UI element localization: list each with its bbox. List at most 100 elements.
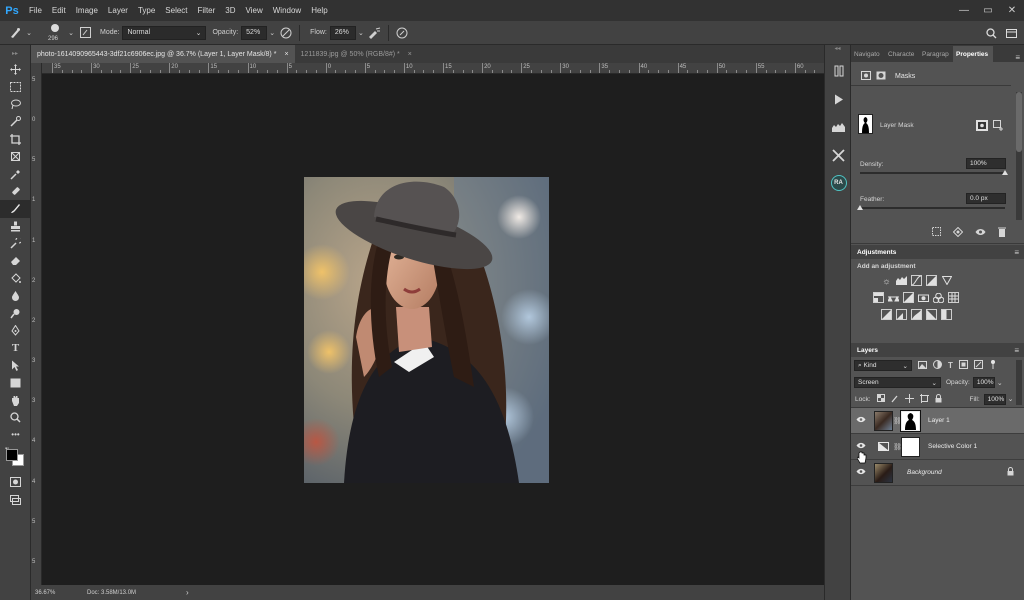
pressure-size-icon[interactable] (393, 24, 411, 42)
lock-artboard-icon[interactable] (919, 393, 929, 405)
lock-position-icon[interactable] (904, 393, 914, 405)
chain-link-icon[interactable]: ⛓ (893, 443, 902, 451)
menu-help[interactable]: Help (306, 6, 332, 15)
layer-kind-filter[interactable]: ⌕ Kind ⌄ (854, 360, 912, 371)
chevron-down-icon[interactable]: ⌄ (356, 24, 366, 42)
density-slider[interactable] (860, 170, 1008, 175)
delete-mask-icon[interactable] (998, 227, 1006, 239)
quick-selection-tool-icon[interactable] (0, 113, 31, 130)
adjustment-layer-icon[interactable] (874, 437, 893, 457)
lock-all-icon[interactable] (935, 393, 942, 405)
add-vector-mask-button[interactable] (993, 120, 1004, 133)
exposure-icon[interactable] (926, 275, 937, 286)
crop-tool-icon[interactable] (0, 131, 31, 148)
color-balance-icon[interactable] (888, 292, 899, 303)
menu-select[interactable]: Select (160, 6, 192, 15)
filter-pixel-icon[interactable] (918, 360, 927, 371)
status-menu-arrow[interactable]: › (186, 588, 189, 597)
brush-size-picker[interactable]: 296 (44, 22, 66, 44)
layer-name[interactable]: Selective Color 1 (928, 443, 977, 450)
adjustments-title[interactable]: Adjustments (857, 249, 896, 256)
hue-saturation-icon[interactable] (873, 292, 884, 303)
dodge-tool-icon[interactable] (0, 304, 31, 321)
history-icon[interactable] (825, 57, 852, 85)
pixel-mask-icon[interactable] (861, 71, 871, 82)
feather-input[interactable]: 0.0 px (966, 193, 1006, 204)
selective-color-icon[interactable] (926, 309, 937, 320)
layers-title[interactable]: Layers (857, 347, 878, 354)
visibility-eye-icon[interactable] (854, 416, 868, 425)
history-brush-tool-icon[interactable] (0, 235, 31, 252)
color-swatches[interactable]: ▪▫ (0, 444, 30, 474)
tab-character[interactable]: Characte (885, 46, 919, 62)
lasso-tool-icon[interactable] (0, 96, 31, 113)
quick-mask-icon[interactable] (0, 474, 31, 491)
canvas-area[interactable] (42, 74, 824, 585)
brightness-contrast-icon[interactable]: ☼ (881, 275, 892, 286)
photo-filter-icon[interactable] (918, 292, 929, 303)
flow-input[interactable]: 26% (329, 25, 356, 40)
load-selection-icon[interactable] (932, 227, 941, 238)
chevron-down-icon[interactable]: ⌄ (66, 24, 76, 42)
eraser-tool-icon[interactable] (0, 252, 31, 269)
chevron-down-icon[interactable]: ⌄ (997, 379, 1003, 387)
visibility-eye-icon[interactable] (854, 442, 868, 451)
toggle-mask-visibility-icon[interactable] (975, 228, 986, 238)
filter-toggle-icon[interactable] (989, 360, 997, 371)
close-button[interactable]: ✕ (1000, 0, 1024, 21)
menu-file[interactable]: File (24, 6, 47, 15)
menu-window[interactable]: Window (268, 6, 306, 15)
chain-link-icon[interactable]: ⛓ (893, 417, 902, 425)
close-tab-icon[interactable]: × (408, 51, 412, 58)
filter-shape-icon[interactable] (958, 360, 968, 371)
menu-filter[interactable]: Filter (193, 6, 221, 15)
brush-tool-icon[interactable] (0, 200, 31, 218)
toolbar-grip[interactable]: ▸▸ (0, 45, 30, 61)
minimize-button[interactable]: — (952, 0, 976, 21)
type-tool-icon[interactable]: T (0, 339, 31, 356)
invert-icon[interactable] (881, 309, 892, 320)
layer-mask-thumbnail[interactable] (900, 409, 921, 432)
filter-type-icon[interactable]: T (948, 361, 953, 370)
panel-menu-icon[interactable]: ≡ (993, 53, 1024, 62)
foreground-color-swatch[interactable] (6, 448, 18, 461)
blend-mode-select[interactable]: Screen ⌄ (854, 377, 941, 388)
move-tool-icon[interactable] (0, 61, 31, 78)
histogram-icon[interactable] (825, 113, 852, 141)
apply-mask-icon[interactable] (952, 226, 964, 239)
maximize-button[interactable]: ▭ (976, 0, 1000, 21)
add-pixel-mask-button[interactable] (976, 120, 988, 131)
chevron-down-icon[interactable]: ⌄ (24, 24, 34, 42)
scroll-thumb[interactable] (1016, 92, 1022, 152)
search-icon[interactable] (982, 24, 1000, 42)
vector-mask-icon[interactable] (876, 71, 886, 82)
frame-tool-icon[interactable] (0, 148, 31, 165)
healing-brush-tool-icon[interactable] (0, 183, 31, 200)
brush-panel-icon[interactable] (76, 24, 94, 42)
density-input[interactable]: 100% (966, 158, 1006, 169)
layer-row-background[interactable]: Background (851, 460, 1024, 486)
chevron-down-icon[interactable]: ⌄ (1008, 395, 1014, 403)
curves-icon[interactable] (911, 275, 922, 286)
tab-document-2[interactable]: 1211839.jpg @ 50% (RGB/8#) * × (295, 45, 418, 63)
black-white-icon[interactable] (903, 292, 914, 303)
mode-select[interactable]: Normal ⌄ (122, 25, 207, 40)
filter-smart-object-icon[interactable] (973, 360, 983, 371)
properties-scrollbar[interactable] (1016, 92, 1022, 220)
color-lookup-icon[interactable] (948, 292, 959, 303)
tab-properties[interactable]: Properties (953, 46, 993, 62)
layer-name[interactable]: Background (907, 469, 942, 476)
menu-type[interactable]: Type (133, 6, 160, 15)
tool-presets-icon[interactable] (825, 141, 852, 169)
screen-mode-icon[interactable] (0, 491, 31, 508)
paint-bucket-tool-icon[interactable] (0, 270, 31, 287)
posterize-icon[interactable] (896, 309, 907, 320)
tab-navigator[interactable]: Navigato (851, 46, 885, 62)
dock-grip[interactable]: ◂◂ (825, 45, 850, 57)
chevron-down-icon[interactable]: ⌄ (267, 24, 277, 42)
threshold-icon[interactable] (911, 309, 922, 320)
pressure-opacity-icon[interactable] (277, 24, 295, 42)
layer-mask-thumbnail[interactable] (858, 114, 873, 134)
layer-opacity-input[interactable]: 100% (972, 377, 995, 388)
vibrance-icon[interactable] (941, 275, 952, 286)
